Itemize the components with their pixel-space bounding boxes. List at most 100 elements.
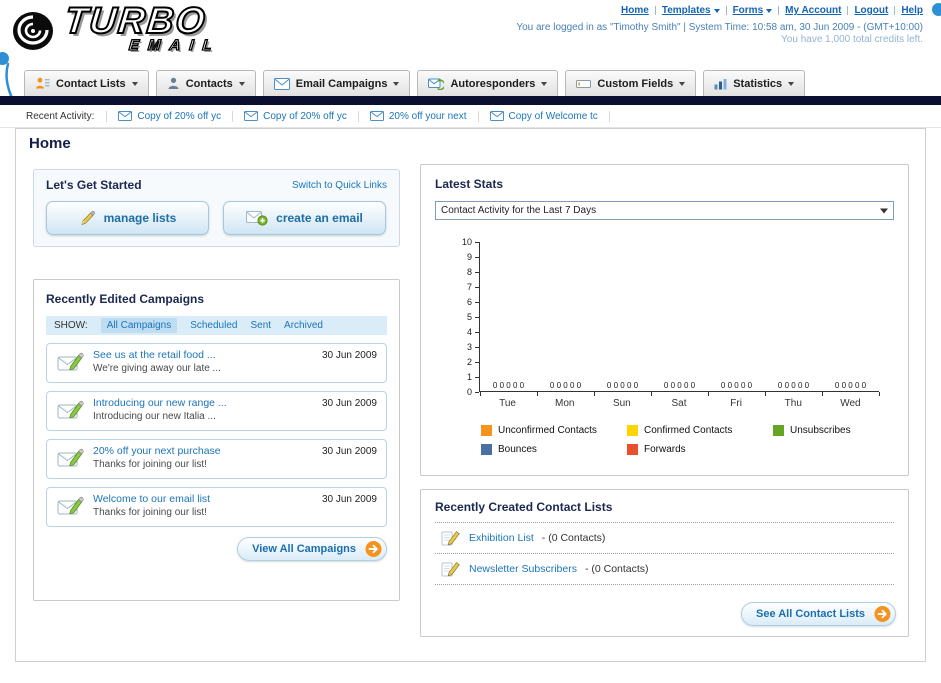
separator xyxy=(654,6,656,15)
get-started-buttons: manage lists create an email xyxy=(46,201,387,235)
contact-lists-title: Recently Created Contact Lists xyxy=(435,500,894,523)
campaign-item: See us at the retail food ... We're givin… xyxy=(46,343,387,383)
view-all-campaigns-label: View All Campaigns xyxy=(252,543,356,555)
top-link-label: Help xyxy=(901,5,923,16)
campaign-item: Welcome to our email list Thanks for join… xyxy=(46,487,387,527)
pencil-icon xyxy=(79,210,96,227)
nav-tab-label: Email Campaigns xyxy=(295,77,388,90)
recent-activity-item[interactable]: Copy of 20% off yc xyxy=(106,110,234,122)
nav-tab-statistics[interactable]: Statistics xyxy=(703,70,806,96)
top-link-help[interactable]: Help xyxy=(901,5,923,16)
legend-label: Confirmed Contacts xyxy=(644,425,733,436)
recent-activity-link: Copy of Welcome tc xyxy=(508,110,598,122)
nav-tab-autoresponders[interactable]: Autoresponders xyxy=(417,70,559,96)
legend-swatch xyxy=(481,425,492,436)
x-tick xyxy=(537,392,538,396)
legend-swatch xyxy=(627,444,638,455)
separator xyxy=(847,6,849,15)
recent-activity-item[interactable]: Copy of Welcome tc xyxy=(479,110,610,122)
legend-item: Unconfirmed Contacts xyxy=(481,425,627,436)
top-link-label: Templates xyxy=(661,5,711,16)
turbo-swirl-icon xyxy=(12,8,62,54)
y-tick xyxy=(475,391,479,393)
y-tick xyxy=(475,376,479,378)
campaign-filter-sent[interactable]: Sent xyxy=(250,320,271,331)
envelope-icon xyxy=(489,111,504,121)
campaign-filter-scheduled[interactable]: Scheduled xyxy=(190,320,237,331)
envelope-icon xyxy=(369,111,384,121)
chevron-down-icon xyxy=(541,81,548,86)
contact-lists-icon xyxy=(35,77,50,90)
x-axis-label: Tue xyxy=(499,398,516,409)
legend-label: Forwards xyxy=(644,444,686,455)
top-link-label: My Account xyxy=(785,5,842,16)
contact-list-link[interactable]: Exhibition List xyxy=(469,532,534,544)
envelope-plus-icon xyxy=(246,210,268,226)
legend-item: Confirmed Contacts xyxy=(627,425,773,436)
latest-stats-panel: Latest Stats Contact Activity for the La… xyxy=(420,164,909,476)
legend-label: Bounces xyxy=(498,444,537,455)
top-link-label: Logout xyxy=(854,5,889,16)
y-tick-label: 4 xyxy=(466,327,472,337)
show-label: SHOW: xyxy=(54,320,88,331)
view-all-campaigns-button[interactable]: View All Campaigns xyxy=(237,537,387,561)
nav-tab-contacts[interactable]: Contacts xyxy=(155,70,256,96)
decorative-dot-right xyxy=(932,3,941,16)
button-label: manage lists xyxy=(103,211,177,225)
envelope-icon xyxy=(244,111,259,121)
recent-activity-link: 20% off your next xyxy=(388,110,467,122)
contact-list-items: Exhibition List - (0 Contacts) Newsletter… xyxy=(435,523,894,585)
x-tick xyxy=(594,392,595,396)
recent-activity-label: Recent Activity: xyxy=(26,110,95,122)
nav-tab-custom-fields[interactable]: Custom Fields xyxy=(565,70,697,96)
campaign-list: See us at the retail food ... We're givin… xyxy=(46,343,387,527)
contact-list-link[interactable]: Newsletter Subscribers xyxy=(469,563,577,575)
y-tick xyxy=(475,331,479,333)
top-link-label: Home xyxy=(621,5,649,16)
envelope-pencil-icon xyxy=(57,351,85,374)
contact-list-detail: - (0 Contacts) xyxy=(541,532,606,544)
x-tick xyxy=(480,392,481,396)
y-tick xyxy=(475,256,479,258)
chevron-down-icon xyxy=(766,8,773,13)
top-nav: Home Templates Forms My Account Logout Help xyxy=(621,5,923,16)
nav-tab-email-campaigns[interactable]: Email Campaigns xyxy=(262,70,411,96)
campaign-subtitle: Thanks for joining our list! xyxy=(93,507,207,518)
stats-period-select[interactable]: Contact Activity for the Last 7 Days xyxy=(435,201,894,220)
separator xyxy=(778,6,780,15)
legend-label: Unsubscribes xyxy=(790,425,851,436)
campaign-filter-all-campaigns[interactable]: All Campaigns xyxy=(100,318,178,333)
y-tick-label: 1 xyxy=(466,372,472,382)
credits-remaining: You have 1,000 total credits left. xyxy=(781,34,923,45)
recent-activity-link: Copy of 20% off yc xyxy=(263,110,347,122)
get-started-button-manage-lists[interactable]: manage lists xyxy=(46,201,209,235)
y-tick-label: 8 xyxy=(466,267,472,277)
campaign-filter-archived[interactable]: Archived xyxy=(284,320,323,331)
stats-period-value: Contact Activity for the Last 7 Days xyxy=(441,205,597,216)
campaign-filters: SHOW: All Campaigns Scheduled Sent Archived xyxy=(46,316,387,335)
recent-activity-item[interactable]: 20% off your next xyxy=(359,110,479,122)
nav-tab-contact-lists[interactable]: Contact Lists xyxy=(24,70,149,96)
campaign-date: 30 Jun 2009 xyxy=(321,446,377,457)
contact-list-item: Exhibition List - (0 Contacts) xyxy=(435,523,894,554)
top-link-templates[interactable]: Templates xyxy=(662,5,720,16)
see-all-contact-lists-label: See All Contact Lists xyxy=(755,608,865,620)
arrow-circle-icon xyxy=(365,541,382,558)
top-link-home[interactable]: Home xyxy=(621,5,649,16)
button-label: create an email xyxy=(276,211,363,225)
recent-activity-item[interactable]: Copy of 20% off yc xyxy=(233,110,359,122)
switch-quick-links[interactable]: Switch to Quick Links xyxy=(292,180,387,191)
nav-divider-bar xyxy=(0,96,941,105)
top-link-logout[interactable]: Logout xyxy=(854,5,888,16)
top-link-my-account[interactable]: My Account xyxy=(785,5,841,16)
see-all-contact-lists-button[interactable]: See All Contact Lists xyxy=(740,602,896,626)
contact-list-item: Newsletter Subscribers - (0 Contacts) xyxy=(435,554,894,585)
login-status: You are logged in as "Timothy Smith" | S… xyxy=(516,22,923,33)
x-tick xyxy=(879,392,880,396)
top-link-forms[interactable]: Forms xyxy=(733,5,773,16)
envelope-icon xyxy=(118,111,133,121)
campaign-item: Introducing our new range ... Introducing… xyxy=(46,391,387,431)
y-tick-label: 5 xyxy=(466,312,472,322)
get-started-button-create-an-email[interactable]: create an email xyxy=(223,201,386,235)
page-title: Home xyxy=(29,135,71,152)
